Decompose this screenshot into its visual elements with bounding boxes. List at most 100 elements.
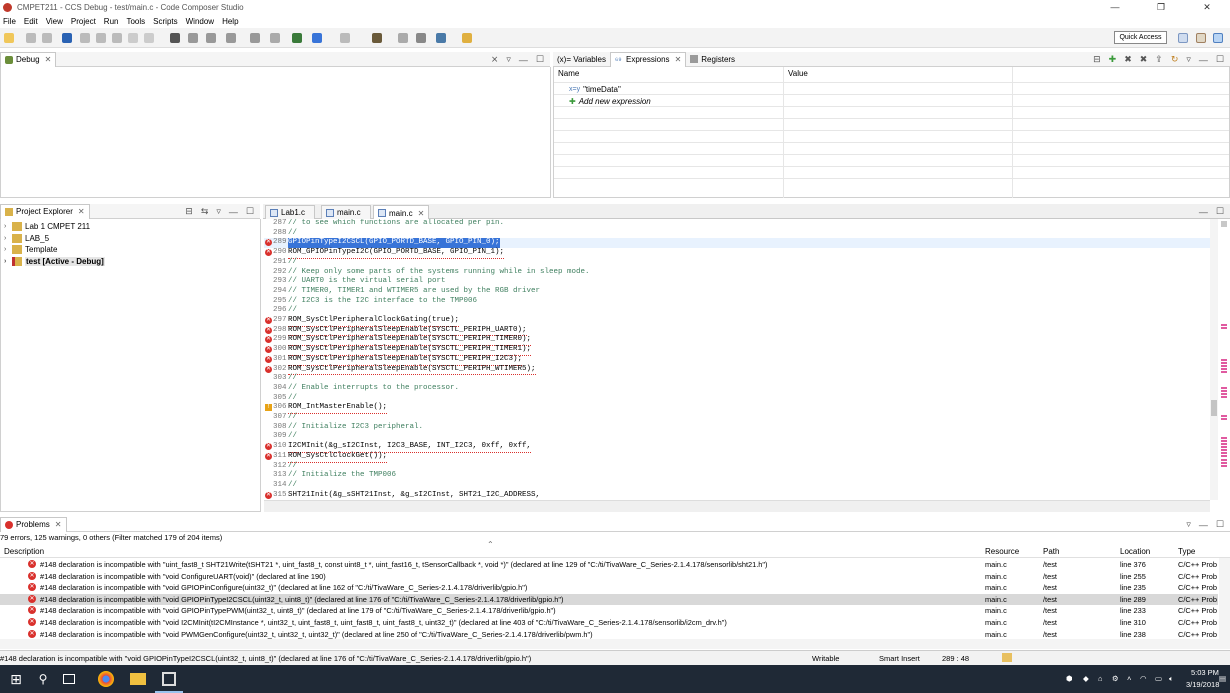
code-line[interactable]: ✕ 310 I2CMInit(&g_sI2CInst, I2C3_BASE, INT… xyxy=(264,442,1210,453)
close-icon[interactable]: ✕ xyxy=(45,55,52,64)
editor-tab-main-1[interactable]: main.c xyxy=(321,205,371,219)
code-line[interactable]: ✕ 300 ROM_SysCtlPeripheralSleepEnable(SYSC… xyxy=(264,345,1210,356)
remove-terminated-icon[interactable]: ⨯ xyxy=(491,54,499,65)
editor-tab-lab1[interactable]: Lab1.c xyxy=(265,205,316,219)
code-line[interactable]: 313// Initialize the TMP006 xyxy=(264,471,1210,481)
code-line[interactable]: ✕ 311 ROM_SysCtlClockGet()); xyxy=(264,452,1210,463)
code-line[interactable]: 305// xyxy=(264,394,1210,404)
chrome-icon[interactable] xyxy=(98,671,114,687)
debug-icon[interactable] xyxy=(312,33,322,43)
menu-help[interactable]: Help xyxy=(222,17,238,26)
back-icon[interactable] xyxy=(340,33,350,43)
reset-icon[interactable] xyxy=(206,33,216,43)
code-line[interactable]: ✕ 302 ROM_SysCtlPeripheralSleepEnable(SYSC… xyxy=(264,365,1210,376)
menu-view[interactable]: View xyxy=(46,17,63,26)
minimize-button[interactable]: — xyxy=(1092,0,1138,14)
code-line[interactable]: 308// Initialize I2C3 peripheral. xyxy=(264,423,1210,433)
pin-icon[interactable] xyxy=(462,33,472,43)
tab-expressions[interactable]: ⁶⁹ Expressions ✕ xyxy=(609,51,687,67)
build-icon[interactable] xyxy=(292,33,302,43)
tree-item-template[interactable]: › Template xyxy=(4,243,57,255)
tools-icon[interactable] xyxy=(372,33,382,43)
tray-battery-icon[interactable]: ▭ xyxy=(1155,674,1162,683)
ccs-debug-perspective-icon[interactable] xyxy=(1213,33,1223,43)
view-menu-icon[interactable]: ▿ xyxy=(216,206,221,217)
tray-volume-icon[interactable]: 🔈︎ xyxy=(1169,674,1174,684)
save-all-icon[interactable] xyxy=(42,33,52,43)
expand-icon[interactable]: › xyxy=(4,258,12,265)
code-line[interactable]: 307// xyxy=(264,413,1210,423)
problem-row[interactable]: ✕ #148 declaration is incompatible with "… xyxy=(0,593,1218,606)
taskbar-date[interactable]: 3/19/2018 xyxy=(1186,680,1219,689)
tray-chevron-icon[interactable]: ˄ xyxy=(1127,674,1131,683)
column-header-name[interactable]: Name xyxy=(558,69,579,82)
tab-debug[interactable]: Debug ✕ xyxy=(0,51,57,67)
editor-tab-main-2[interactable]: main.c ✕ xyxy=(373,205,430,220)
error-marker-icon[interactable]: ✕ xyxy=(265,346,272,354)
problem-row[interactable]: ✕ #148 declaration is incompatible with "… xyxy=(0,571,1218,583)
code-line[interactable]: 314// xyxy=(264,481,1210,491)
code-line[interactable]: ✕ 315 SHT21Init(&g_sSHT21Inst, &g_sI2CInst… xyxy=(264,491,1210,500)
column-header-type[interactable]: Type xyxy=(1178,547,1195,556)
tab-registers[interactable]: Registers xyxy=(686,52,739,67)
menu-file[interactable]: File xyxy=(3,17,16,26)
code-line[interactable]: 293// UART0 is the virtual serial port xyxy=(264,277,1210,287)
code-line[interactable]: 292// Keep only some parts of the system… xyxy=(264,268,1210,278)
expression-row[interactable]: x=y "timeData" xyxy=(569,83,621,95)
export-icon[interactable]: ⇪ xyxy=(1155,54,1163,65)
code-line[interactable]: ✕ 289 GPIOPinTypeI2CSCL(GPIO_PORTD_BASE, G… xyxy=(264,238,1210,249)
problems-vertical-scrollbar[interactable] xyxy=(1219,558,1230,639)
menu-edit[interactable]: Edit xyxy=(24,17,38,26)
code-editor[interactable]: 287// to see which functions are allocat… xyxy=(264,219,1210,500)
code-line[interactable]: ✕ 290 ROM_GPIOPinTypeI2C(GPIO_PORTD_BASE, … xyxy=(264,248,1210,259)
menu-window[interactable]: Window xyxy=(186,17,214,26)
maximize-icon[interactable]: ☐ xyxy=(1216,54,1224,65)
settings-icon[interactable] xyxy=(436,33,446,43)
code-line[interactable]: ! 306 ROM_IntMasterEnable(); xyxy=(264,403,1210,414)
taskbar-time[interactable]: 5:03 PM xyxy=(1191,668,1219,677)
menu-project[interactable]: Project xyxy=(71,17,96,26)
restart-icon[interactable] xyxy=(226,33,236,43)
code-line[interactable]: 309// xyxy=(264,432,1210,442)
tray-app-icon[interactable]: ◆ xyxy=(1083,674,1089,683)
code-line[interactable]: ✕ 301 ROM_SysCtlPeripheralSleepEnable(SYSC… xyxy=(264,355,1210,366)
maximize-icon[interactable]: ☐ xyxy=(1216,519,1224,530)
link-editor-icon[interactable]: ⇆ xyxy=(201,206,209,217)
code-line[interactable]: ✕ 297 ROM_SysCtlPeripheralClockGating(true… xyxy=(264,316,1210,327)
debug-view-icon[interactable] xyxy=(62,33,72,43)
assembly-step-icon[interactable] xyxy=(270,33,280,43)
task-view-icon[interactable] xyxy=(63,674,75,684)
refresh-icon[interactable]: ↻ xyxy=(1171,54,1179,65)
error-marker-icon[interactable]: ✕ xyxy=(265,336,272,344)
expand-icon[interactable]: › xyxy=(4,223,12,230)
error-marker-icon[interactable]: ✕ xyxy=(265,249,272,257)
close-button[interactable]: ✕ xyxy=(1184,0,1230,14)
minimize-icon[interactable]: — xyxy=(1199,55,1208,65)
error-marker-icon[interactable]: ✕ xyxy=(265,452,272,460)
tab-project-explorer[interactable]: Project Explorer ✕ xyxy=(0,203,90,219)
close-icon[interactable]: ✕ xyxy=(675,55,682,64)
error-marker-icon[interactable]: ✕ xyxy=(265,317,272,324)
code-line[interactable]: 304// Enable interrupts to the processor… xyxy=(264,384,1210,394)
notifications-icon[interactable]: ▤ xyxy=(1219,674,1226,683)
warning-marker-icon[interactable]: ! xyxy=(265,404,272,412)
clipboard-icon[interactable] xyxy=(1002,653,1012,662)
maximize-button[interactable]: ❐ xyxy=(1138,0,1184,14)
error-marker-icon[interactable]: ✕ xyxy=(265,491,272,499)
error-marker-icon[interactable]: ✕ xyxy=(265,443,272,451)
maximize-icon[interactable]: ☐ xyxy=(536,54,544,65)
remove-icon[interactable]: ✖ xyxy=(1124,54,1132,65)
code-composer-icon[interactable] xyxy=(162,672,176,686)
file-explorer-icon[interactable] xyxy=(130,673,146,685)
collapse-all-icon[interactable]: ⊟ xyxy=(1093,54,1101,65)
editor-horizontal-scrollbar[interactable] xyxy=(264,500,1210,512)
perspective-icon[interactable] xyxy=(1178,33,1188,43)
error-marker-icon[interactable]: ✕ xyxy=(265,326,272,334)
suspend-icon[interactable] xyxy=(96,33,106,43)
minimize-icon[interactable]: — xyxy=(1199,520,1208,530)
tree-item-test[interactable]: › test [Active - Debug] xyxy=(4,255,105,267)
maximize-icon[interactable]: ☐ xyxy=(246,206,254,217)
step-over-icon[interactable] xyxy=(144,33,154,43)
error-marker-icon[interactable]: ✕ xyxy=(265,239,272,247)
problem-row[interactable]: ✕ #148 declaration is incompatible with "… xyxy=(0,582,1218,594)
